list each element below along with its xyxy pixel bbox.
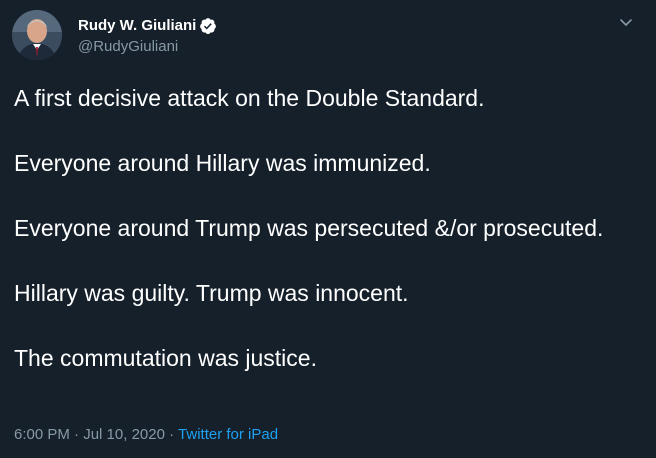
display-name[interactable]: Rudy W. Giuliani [78,17,196,34]
avatar-photo [12,10,62,60]
chevron-down-icon[interactable] [616,12,636,32]
verified-badge-icon [199,17,217,35]
tweet-paragraph: Hillary was guilty. Trump was innocent. [14,280,409,306]
author-names: Rudy W. Giuliani @RudyGiuliani [78,16,217,55]
tweet-metadata: 6:00 PM · Jul 10, 2020 · Twitter for iPa… [14,426,278,443]
avatar[interactable] [12,10,62,60]
tweet-paragraph: Everyone around Trump was persecuted &/o… [14,215,604,241]
tweet-paragraph: A first decisive attack on the Double St… [14,85,485,111]
tweet-source-link[interactable]: Twitter for iPad [178,426,278,443]
tweet-header: Rudy W. Giuliani @RudyGiuliani [12,10,217,60]
meta-separator: · [169,426,175,443]
tweet-text: A first decisive attack on the Double St… [14,82,634,375]
tweet-time[interactable]: 6:00 PM [14,426,70,443]
tweet-paragraph: The commutation was justice. [14,345,317,371]
handle[interactable]: @RudyGiuliani [78,38,217,55]
name-row: Rudy W. Giuliani [78,16,217,36]
tweet-paragraph: Everyone around Hillary was immunized. [14,150,431,176]
tweet-card: Rudy W. Giuliani @RudyGiuliani A first d… [0,0,656,458]
meta-separator: · [74,426,80,443]
tweet-date[interactable]: Jul 10, 2020 [83,426,165,443]
